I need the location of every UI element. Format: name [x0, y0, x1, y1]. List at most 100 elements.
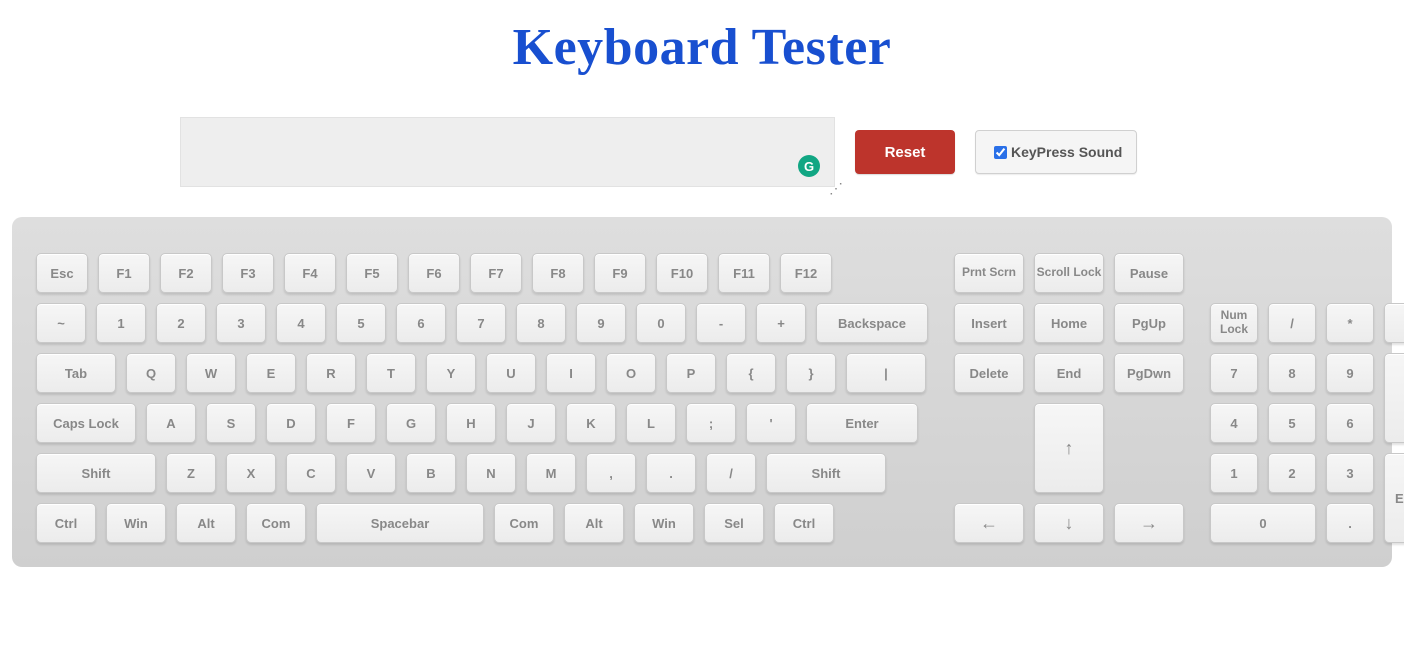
key-numpad-multiply[interactable]: *: [1326, 303, 1374, 343]
key-tab[interactable]: Tab: [36, 353, 116, 393]
key-g[interactable]: G: [386, 403, 436, 443]
key-f[interactable]: F: [326, 403, 376, 443]
key-enter[interactable]: Enter: [806, 403, 918, 443]
key-period[interactable]: .: [646, 453, 696, 493]
key-f5[interactable]: F5: [346, 253, 398, 293]
key-numpad-subtract[interactable]: -: [1384, 303, 1404, 343]
key-v[interactable]: V: [346, 453, 396, 493]
key-apostrophe[interactable]: ': [746, 403, 796, 443]
key-f7[interactable]: F7: [470, 253, 522, 293]
key-lctrl[interactable]: Ctrl: [36, 503, 96, 543]
key-capslock[interactable]: Caps Lock: [36, 403, 136, 443]
key-sel[interactable]: Sel: [704, 503, 764, 543]
key-3[interactable]: 3: [216, 303, 266, 343]
key-s[interactable]: S: [206, 403, 256, 443]
keypress-sound-toggle[interactable]: KeyPress Sound: [975, 130, 1137, 174]
key-7[interactable]: 7: [456, 303, 506, 343]
key-f10[interactable]: F10: [656, 253, 708, 293]
key-numpad-decimal[interactable]: .: [1326, 503, 1374, 543]
key-rctrl[interactable]: Ctrl: [774, 503, 834, 543]
key-5[interactable]: 5: [336, 303, 386, 343]
key-y[interactable]: Y: [426, 353, 476, 393]
key-z[interactable]: Z: [166, 453, 216, 493]
key-numpad-4[interactable]: 4: [1210, 403, 1258, 443]
key-backspace[interactable]: Backspace: [816, 303, 928, 343]
key-numpad-8[interactable]: 8: [1268, 353, 1316, 393]
keypress-sound-checkbox[interactable]: [994, 146, 1007, 159]
key-numpad-9[interactable]: 9: [1326, 353, 1374, 393]
key-numpad-3[interactable]: 3: [1326, 453, 1374, 493]
key-f12[interactable]: F12: [780, 253, 832, 293]
key-rcom[interactable]: Com: [494, 503, 554, 543]
key-f1[interactable]: F1: [98, 253, 150, 293]
key-a[interactable]: A: [146, 403, 196, 443]
key-f4[interactable]: F4: [284, 253, 336, 293]
keypress-textarea[interactable]: [180, 117, 835, 187]
key-h[interactable]: H: [446, 403, 496, 443]
key-o[interactable]: O: [606, 353, 656, 393]
key-semicolon[interactable]: ;: [686, 403, 736, 443]
key-minus[interactable]: -: [696, 303, 746, 343]
key-4[interactable]: 4: [276, 303, 326, 343]
key-scrolllock[interactable]: Scroll Lock: [1034, 253, 1104, 293]
key-i[interactable]: I: [546, 353, 596, 393]
key-end[interactable]: End: [1034, 353, 1104, 393]
key-b[interactable]: B: [406, 453, 456, 493]
key-insert[interactable]: Insert: [954, 303, 1024, 343]
key-f6[interactable]: F6: [408, 253, 460, 293]
key-arrow-down[interactable]: ↓: [1034, 503, 1104, 543]
key-plus[interactable]: +: [756, 303, 806, 343]
key-ralt[interactable]: Alt: [564, 503, 624, 543]
key-numpad-2[interactable]: 2: [1268, 453, 1316, 493]
key-numpad-enter[interactable]: Entr: [1384, 453, 1404, 543]
key-slash[interactable]: /: [706, 453, 756, 493]
key-k[interactable]: K: [566, 403, 616, 443]
key-spacebar[interactable]: Spacebar: [316, 503, 484, 543]
key-f9[interactable]: F9: [594, 253, 646, 293]
key-esc[interactable]: Esc: [36, 253, 88, 293]
key-n[interactable]: N: [466, 453, 516, 493]
key-t[interactable]: T: [366, 353, 416, 393]
key-x[interactable]: X: [226, 453, 276, 493]
key-l[interactable]: L: [626, 403, 676, 443]
key-numpad-divide[interactable]: /: [1268, 303, 1316, 343]
key-9[interactable]: 9: [576, 303, 626, 343]
key-rwin[interactable]: Win: [634, 503, 694, 543]
key-tilde[interactable]: ~: [36, 303, 86, 343]
key-f3[interactable]: F3: [222, 253, 274, 293]
key-numpad-add[interactable]: +: [1384, 353, 1404, 443]
key-m[interactable]: M: [526, 453, 576, 493]
key-1[interactable]: 1: [96, 303, 146, 343]
key-lbracket[interactable]: {: [726, 353, 776, 393]
key-c[interactable]: C: [286, 453, 336, 493]
key-rbracket[interactable]: }: [786, 353, 836, 393]
key-numpad-1[interactable]: 1: [1210, 453, 1258, 493]
key-numpad-0[interactable]: 0: [1210, 503, 1316, 543]
grammarly-icon[interactable]: G: [798, 155, 820, 177]
key-pause[interactable]: Pause: [1114, 253, 1184, 293]
key-r[interactable]: R: [306, 353, 356, 393]
key-numpad-5[interactable]: 5: [1268, 403, 1316, 443]
key-home[interactable]: Home: [1034, 303, 1104, 343]
key-rshift[interactable]: Shift: [766, 453, 886, 493]
key-8[interactable]: 8: [516, 303, 566, 343]
key-printscreen[interactable]: Prnt Scrn: [954, 253, 1024, 293]
key-6[interactable]: 6: [396, 303, 446, 343]
key-pipe[interactable]: |: [846, 353, 926, 393]
key-numlock[interactable]: Num Lock: [1210, 303, 1258, 343]
key-w[interactable]: W: [186, 353, 236, 393]
key-pgup[interactable]: PgUp: [1114, 303, 1184, 343]
key-arrow-right[interactable]: →: [1114, 503, 1184, 543]
key-e[interactable]: E: [246, 353, 296, 393]
key-2[interactable]: 2: [156, 303, 206, 343]
key-lalt[interactable]: Alt: [176, 503, 236, 543]
key-f11[interactable]: F11: [718, 253, 770, 293]
key-f2[interactable]: F2: [160, 253, 212, 293]
key-f8[interactable]: F8: [532, 253, 584, 293]
key-d[interactable]: D: [266, 403, 316, 443]
key-lshift[interactable]: Shift: [36, 453, 156, 493]
key-j[interactable]: J: [506, 403, 556, 443]
key-delete[interactable]: Delete: [954, 353, 1024, 393]
key-lwin[interactable]: Win: [106, 503, 166, 543]
key-numpad-7[interactable]: 7: [1210, 353, 1258, 393]
